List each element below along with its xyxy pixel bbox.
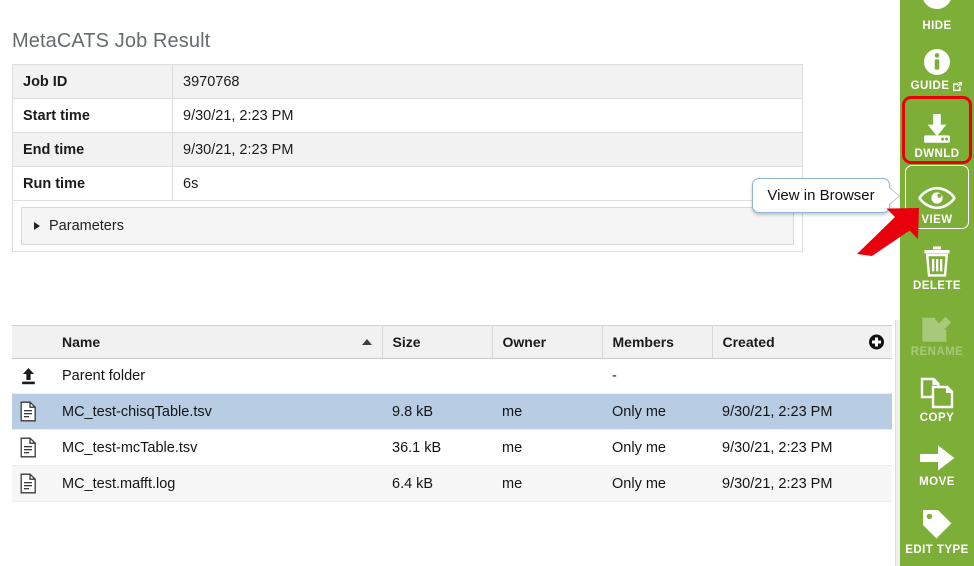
parent-folder-row[interactable]: Parent folder -	[12, 359, 892, 394]
file-members: Only me	[602, 394, 712, 430]
sidebar-item-edit-type[interactable]: EDIT TYPE	[900, 492, 974, 560]
page-title: MetaCATS Job Result	[12, 30, 210, 53]
parent-folder-members: -	[602, 359, 712, 394]
file-owner: me	[492, 394, 602, 430]
info-icon	[922, 47, 952, 77]
column-header-owner-label: Owner	[503, 334, 547, 350]
file-size: 6.4 kB	[382, 466, 492, 502]
table-row[interactable]: MC_test-mcTable.tsv 36.1 kB me Only me 9…	[12, 430, 892, 466]
trash-icon	[922, 245, 952, 277]
eye-icon	[918, 185, 956, 211]
column-header-name-label: Name	[62, 334, 100, 350]
sidebar-item-move-label: MOVE	[919, 476, 955, 488]
file-icon-cell	[12, 466, 52, 502]
run-time-label: Run time	[13, 167, 173, 201]
table-row[interactable]: MC_test.mafft.log 6.4 kB me Only me 9/30…	[12, 466, 892, 502]
download-icon	[920, 113, 954, 145]
end-time-label: End time	[13, 133, 173, 167]
sidebar-item-dwnld-label: DWNLD	[914, 148, 959, 160]
sidebar-item-copy[interactable]: COPY	[900, 362, 974, 428]
column-header-size-label: Size	[393, 334, 421, 350]
sidebar-item-rename-label: RENAME	[911, 346, 964, 358]
column-header-members[interactable]: Members	[602, 326, 712, 359]
sidebar-item-view-label: VIEW	[921, 214, 952, 226]
file-created: 9/30/21, 2:23 PM	[712, 394, 892, 430]
app-root: MetaCATS Job Result Job ID 3970768 Start…	[0, 0, 974, 566]
start-time-label: Start time	[13, 99, 173, 133]
table-row: Start time 9/30/21, 2:23 PM	[13, 99, 803, 133]
file-name: MC_test-mcTable.tsv	[52, 430, 382, 466]
sidebar-item-guide[interactable]: GUIDE	[900, 36, 974, 96]
sidebar-item-copy-label: COPY	[920, 412, 954, 424]
file-name: MC_test.mafft.log	[52, 466, 382, 502]
parent-folder-created	[712, 359, 892, 394]
file-members: Only me	[602, 466, 712, 502]
sidebar-item-move[interactable]: MOVE	[900, 428, 974, 492]
parameters-accordion[interactable]: Parameters	[21, 207, 794, 245]
sidebar-item-delete-label: DELETE	[913, 280, 961, 292]
table-row[interactable]: MC_test-chisqTable.tsv 9.8 kB me Only me…	[12, 394, 892, 430]
file-created: 9/30/21, 2:23 PM	[712, 430, 892, 466]
parameters-row: Parameters	[13, 201, 803, 252]
column-header-size[interactable]: Size	[382, 326, 492, 359]
file-owner: me	[492, 466, 602, 502]
column-header-created-label: Created	[723, 334, 775, 350]
red-pointer-arrow	[855, 206, 923, 258]
end-time-value: 9/30/21, 2:23 PM	[173, 133, 803, 167]
file-icon-cell	[12, 394, 52, 430]
sidebar-item-edit-type-label: EDIT TYPE	[905, 544, 968, 556]
file-members: Only me	[602, 430, 712, 466]
file-browser-table: Name Size Owner Members Created	[12, 325, 892, 502]
chevron-right-icon	[34, 222, 40, 230]
parameters-cell: Parameters	[13, 201, 803, 252]
job-info-table: Job ID 3970768 Start time 9/30/21, 2:23 …	[12, 64, 803, 252]
column-header-members-label: Members	[613, 334, 674, 350]
parent-folder-icon-cell	[12, 359, 52, 394]
sidebar-item-guide-label: GUIDE	[911, 80, 964, 92]
start-time-value: 9/30/21, 2:23 PM	[173, 99, 803, 133]
tag-icon	[920, 507, 954, 541]
parent-folder-name: Parent folder	[52, 359, 382, 394]
job-id-value: 3970768	[173, 65, 803, 99]
add-column-icon[interactable]	[869, 335, 884, 350]
file-icon	[20, 473, 37, 494]
job-id-label: Job ID	[13, 65, 173, 99]
sidebar-item-hide-label: HIDE	[922, 20, 951, 32]
parent-folder-icon	[20, 367, 37, 386]
file-owner: me	[492, 430, 602, 466]
file-created: 9/30/21, 2:23 PM	[712, 466, 892, 502]
file-name: MC_test-chisqTable.tsv	[52, 394, 382, 430]
file-icon-cell	[12, 430, 52, 466]
file-icon	[20, 437, 37, 458]
sidebar-item-hide[interactable]: HIDE	[900, 0, 974, 36]
arrow-right-icon	[918, 443, 956, 473]
guide-text: GUIDE	[911, 80, 950, 92]
column-header-name[interactable]: Name	[52, 326, 382, 359]
header-icon-column	[12, 326, 52, 359]
table-row: Run time 6s	[13, 167, 803, 201]
tooltip-text: View in Browser	[767, 187, 874, 204]
run-time-value: 6s	[173, 167, 803, 201]
table-row: Job ID 3970768	[13, 65, 803, 99]
pencil-square-icon	[921, 313, 953, 343]
sidebar-item-rename: RENAME	[900, 296, 974, 362]
tooltip-pointer	[888, 187, 899, 205]
table-header-row: Name Size Owner Members Created	[12, 326, 892, 359]
column-header-owner[interactable]: Owner	[492, 326, 602, 359]
chevron-up-icon	[922, 0, 952, 9]
parent-folder-owner	[492, 359, 602, 394]
sort-ascending-icon	[362, 339, 372, 345]
external-link-icon	[952, 81, 963, 92]
parent-folder-size	[382, 359, 492, 394]
file-size: 36.1 kB	[382, 430, 492, 466]
table-row: End time 9/30/21, 2:23 PM	[13, 133, 803, 167]
action-sidebar: HIDE GUIDE	[900, 0, 974, 566]
sidebar-item-dwnld[interactable]: DWNLD	[900, 96, 974, 164]
parameters-label: Parameters	[49, 218, 124, 234]
column-header-created[interactable]: Created	[712, 326, 892, 359]
file-icon	[20, 401, 37, 422]
file-size: 9.8 kB	[382, 394, 492, 430]
copy-icon	[920, 377, 954, 409]
